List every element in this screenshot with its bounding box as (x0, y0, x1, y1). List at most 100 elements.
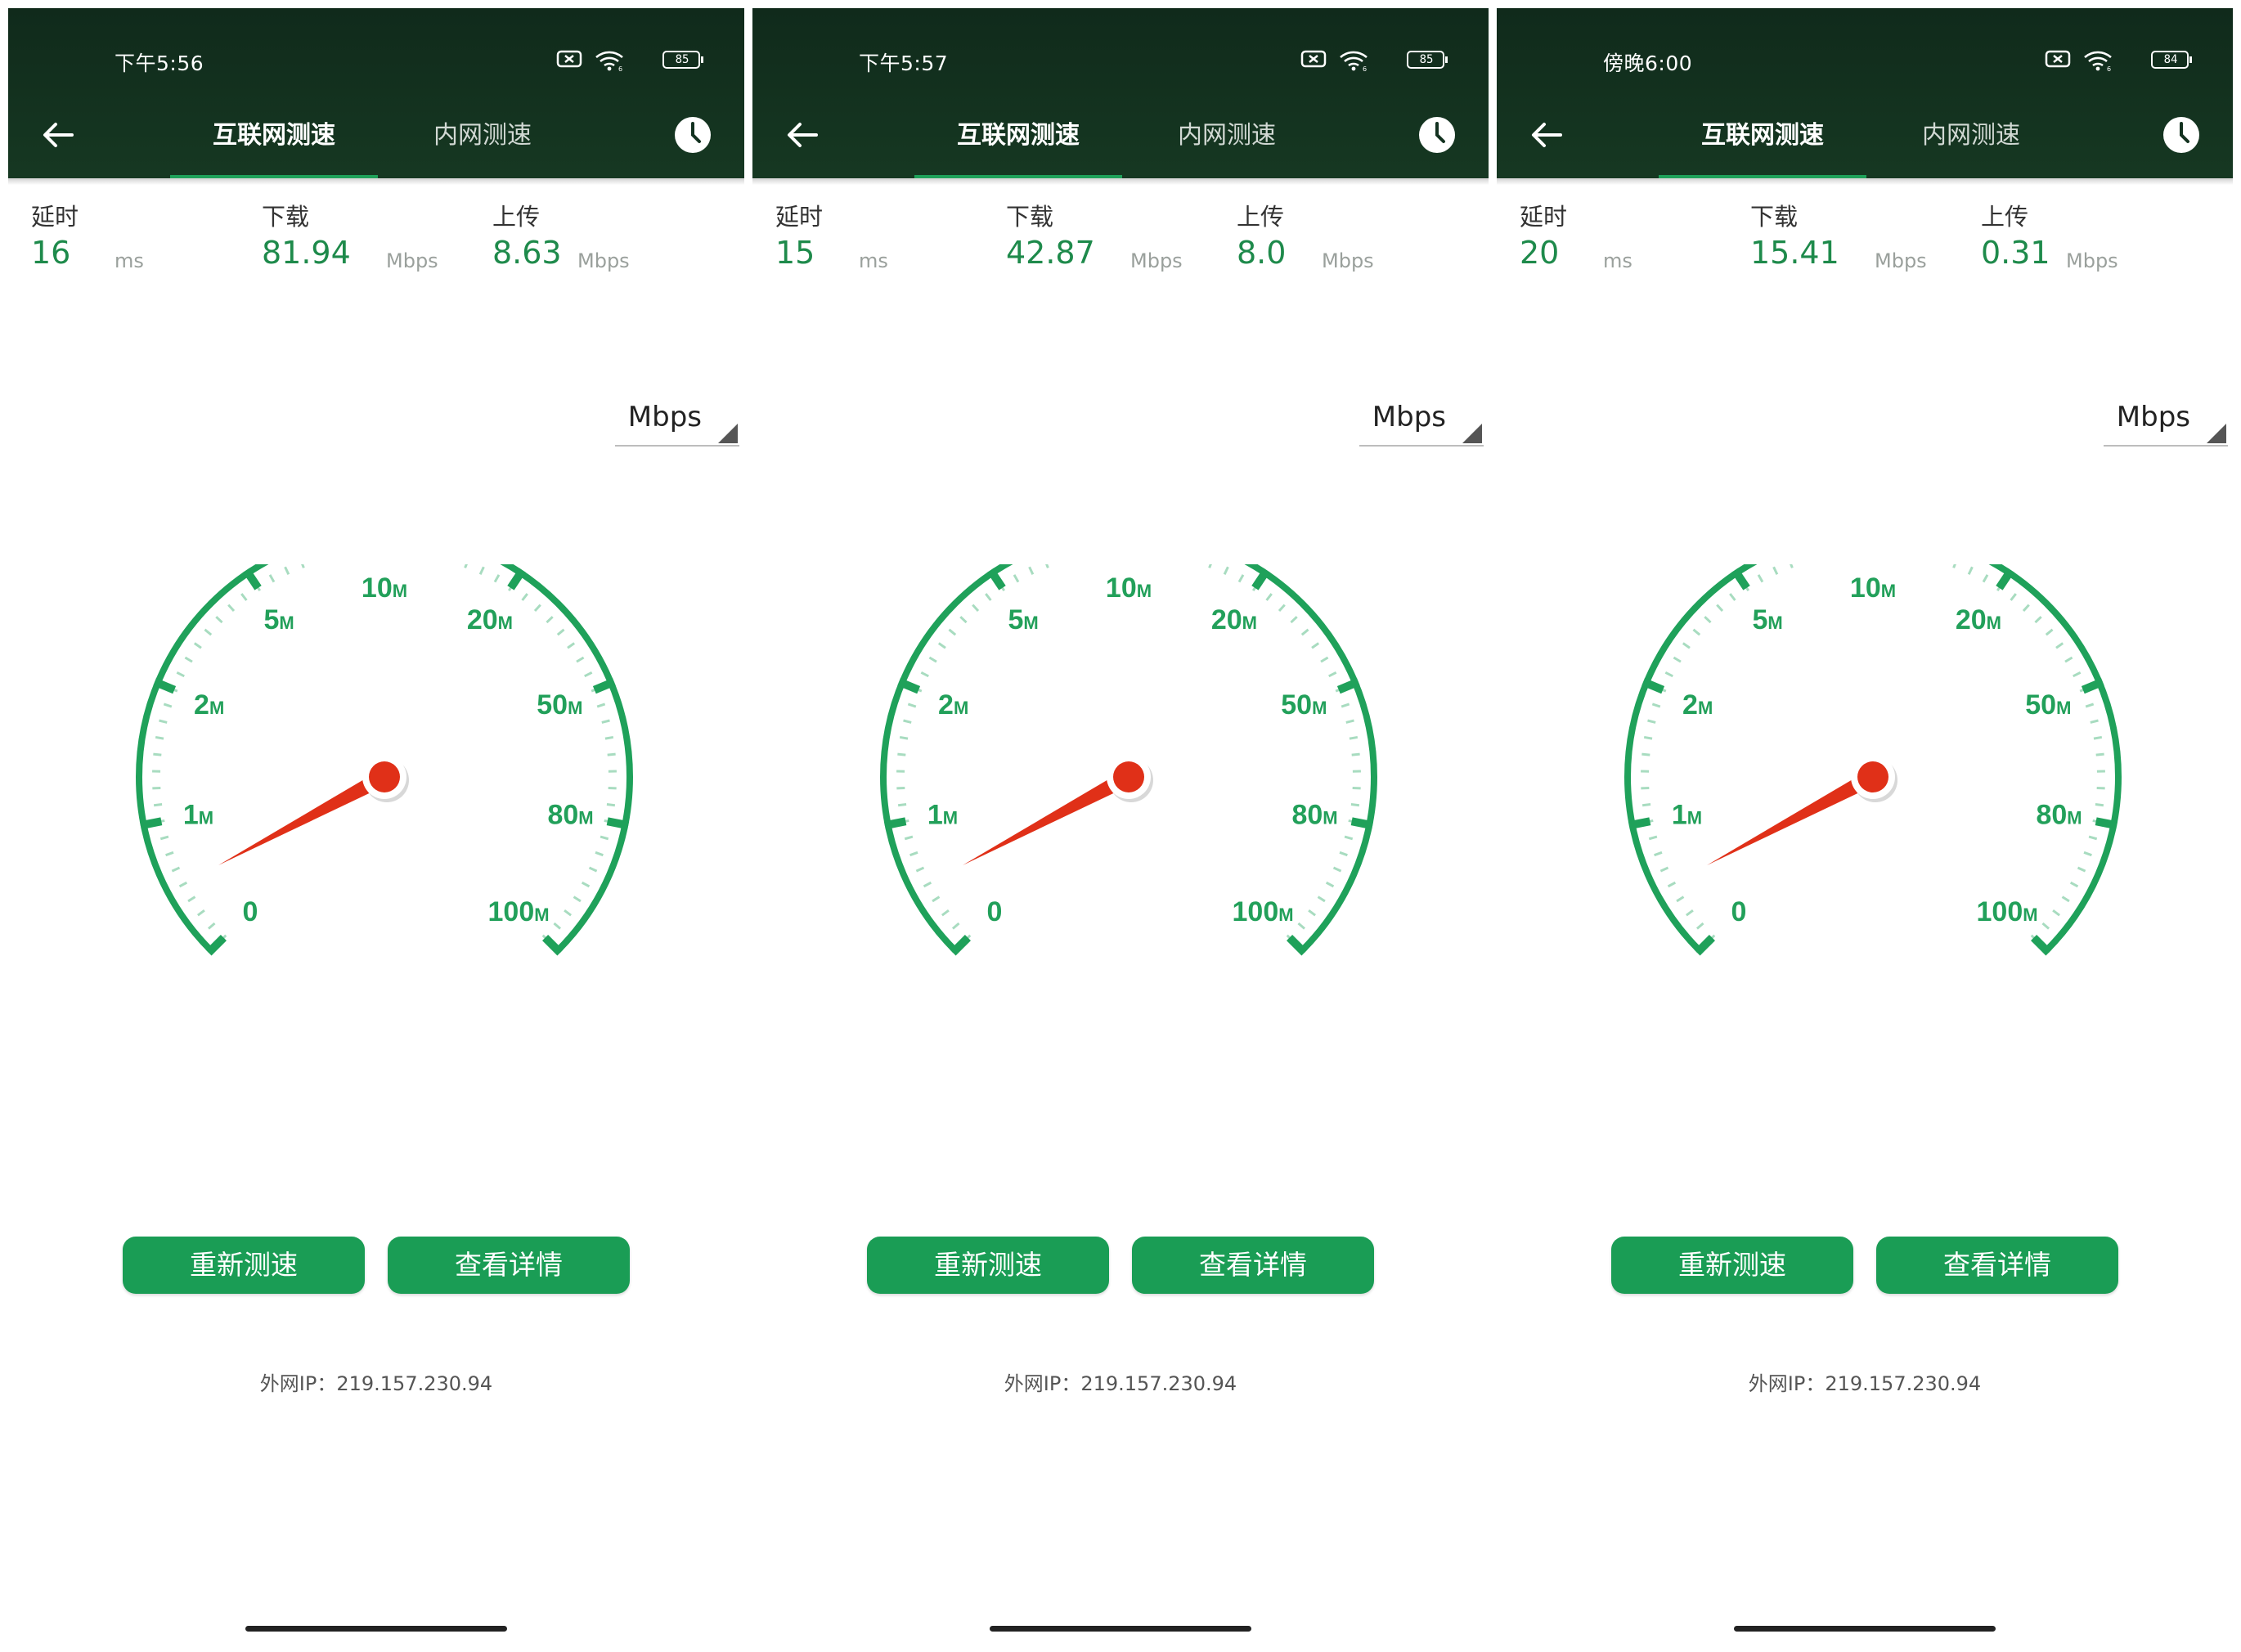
gauge-minor-tick (1654, 851, 1663, 857)
gauge-minor-tick (928, 656, 937, 663)
gauge-minor-tick (1659, 866, 1669, 873)
gauge-tick-label: 80M (1291, 799, 1337, 830)
gauge-minor-tick (1208, 564, 1212, 568)
gauge-minor-tick (176, 671, 185, 678)
home-indicator[interactable] (1734, 1626, 1996, 1632)
gauge-minor-tick (159, 835, 169, 841)
upload-label: 上传 (492, 203, 541, 231)
gauge-minor-tick (596, 703, 606, 708)
gauge-major-tick (1731, 568, 1750, 590)
svg-text:6: 6 (1363, 65, 1367, 72)
gauge-minor-tick (1344, 835, 1354, 841)
gauge-minor-tick (601, 719, 610, 724)
gauge-minor-tick (187, 896, 196, 903)
wifi-icon: 6 (595, 51, 623, 72)
app-header: 下午5:56 6 85 互联网测速 内网测速 (8, 8, 744, 178)
retest-button[interactable]: 重新测速 (867, 1237, 1109, 1294)
gauge-minor-tick (1325, 881, 1335, 888)
gauge-minor-tick (1328, 671, 1337, 678)
retest-button[interactable]: 重新测速 (1611, 1237, 1853, 1294)
gauge-minor-tick (564, 909, 573, 917)
home-indicator[interactable] (990, 1626, 1251, 1632)
gauge-minor-tick (1308, 909, 1317, 917)
gauge-minor-tick (1982, 574, 1989, 583)
gauge-tick-label: 1M (183, 799, 213, 830)
gauge-minor-tick (2069, 881, 2079, 888)
battery-icon: 85 (662, 51, 705, 69)
gauge-minor-tick (584, 671, 593, 678)
gauge-minor-tick (1716, 604, 1724, 612)
gauge-minor-tick (240, 593, 248, 601)
view-details-button[interactable]: 查看详情 (1132, 1237, 1374, 1294)
back-arrow-icon[interactable] (782, 114, 823, 155)
gauge-minor-tick (155, 735, 164, 740)
external-ip: 外网IP：219.157.230.94 (1748, 1372, 1982, 1395)
tab-internet-speed[interactable]: 互联网测速 (1660, 118, 1865, 154)
gauge-major-tick (1996, 568, 2015, 590)
unit-dropdown-value: Mbps (1372, 401, 1446, 433)
gauge-minor-tick (1341, 703, 1350, 708)
latency-metric: 延时 16 ms (31, 200, 144, 272)
gauge-minor-tick (932, 896, 941, 903)
gauge-minor-tick (1729, 593, 1736, 601)
gauge-tick-label: 5M (1008, 604, 1038, 635)
gauge-minor-tick (1648, 835, 1658, 841)
gauge-minor-tick (2083, 851, 2092, 857)
unit-dropdown[interactable]: Mbps (2104, 394, 2228, 447)
gauge-minor-tick (2022, 604, 2030, 612)
unit-dropdown-value: Mbps (627, 401, 702, 433)
gauge-minor-tick (1641, 803, 1651, 807)
tab-intranet-speed[interactable]: 内网测速 (1112, 118, 1341, 154)
gauge-minor-tick (1685, 909, 1694, 917)
gauge-minor-tick (1643, 735, 1653, 740)
view-details-button[interactable]: 查看详情 (388, 1237, 630, 1294)
tab-intranet-speed[interactable]: 内网测速 (1857, 118, 2086, 154)
battery-level: 84 (2163, 53, 2178, 66)
gauge-tick-label: 5M (1752, 604, 1782, 635)
dropdown-corner-icon (2207, 424, 2226, 443)
gauge-tick-label: 10M (362, 572, 407, 604)
gauge-minor-tick (284, 566, 290, 575)
battery-level: 85 (675, 53, 689, 66)
history-clock-icon[interactable] (672, 114, 713, 155)
gauge-minor-tick (1351, 752, 1360, 756)
tab-internet-speed[interactable]: 互联网测速 (916, 118, 1120, 154)
upload-label: 上传 (1981, 203, 2029, 231)
gauge-minor-tick (493, 574, 501, 583)
gauge-minor-tick (595, 851, 604, 857)
speedtest-screen-1: 下午5:56 6 85 互联网测速 内网测速 延时 16 ms 下载 81.94… (8, 0, 744, 1652)
gauge-needle (962, 770, 1133, 865)
gauge-tick-label: 50M (2025, 689, 2071, 721)
back-arrow-icon[interactable] (1526, 114, 1567, 155)
history-clock-icon[interactable] (1417, 114, 1457, 155)
gauge-minor-tick (951, 922, 960, 930)
gauge-minor-tick (1772, 566, 1779, 575)
view-details-button[interactable]: 查看详情 (1876, 1237, 2118, 1294)
gauge-minor-tick (1265, 593, 1273, 601)
gauge-major-tick (1350, 817, 1374, 830)
gauge-minor-tick (600, 835, 609, 841)
gauge-major-tick (1287, 935, 1308, 956)
gauge-tick-label: 80M (547, 799, 593, 830)
latency-label: 延时 (775, 203, 824, 231)
retest-button[interactable]: 重新测速 (123, 1237, 365, 1294)
gauge-minor-tick (301, 564, 305, 568)
unit-dropdown[interactable]: Mbps (615, 394, 739, 447)
status-time: 下午5:56 (115, 52, 204, 75)
tab-intranet-speed[interactable]: 内网测速 (368, 118, 597, 154)
back-arrow-icon[interactable] (38, 114, 79, 155)
gauge-minor-tick (1682, 642, 1691, 649)
gauge-tick-label: 10M (1106, 572, 1152, 604)
gauge-minor-tick (1673, 656, 1682, 663)
gauge-tick-label: 20M (1211, 604, 1257, 635)
unit-dropdown-underline (1359, 445, 1484, 447)
gauge-minor-tick (153, 752, 162, 756)
unit-dropdown[interactable]: Mbps (1359, 394, 1484, 447)
gauge-needle (1706, 770, 1877, 865)
download-unit: Mbps (1130, 249, 1183, 272)
history-clock-icon[interactable] (2161, 114, 2202, 155)
home-indicator[interactable] (245, 1626, 507, 1632)
gauge-tick-label: 2M (938, 689, 968, 721)
dropdown-corner-icon (718, 424, 738, 443)
tab-internet-speed[interactable]: 互联网测速 (172, 118, 376, 154)
